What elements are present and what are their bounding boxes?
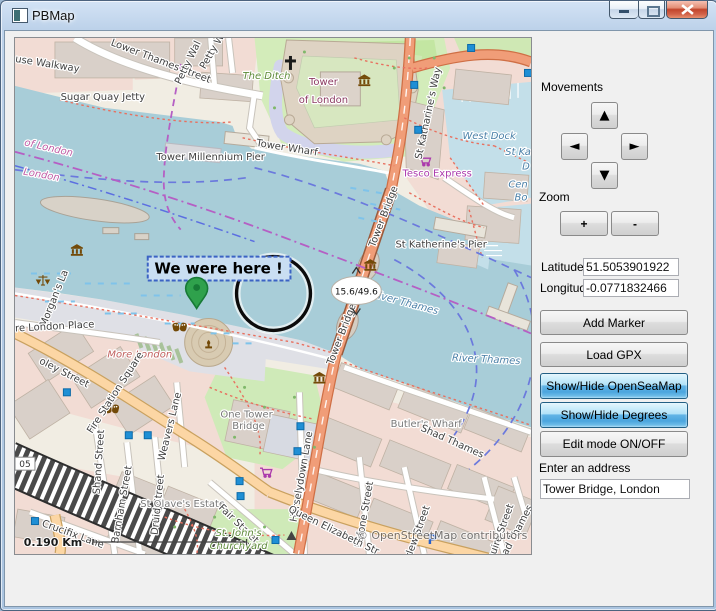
- minimize-button[interactable]: [609, 1, 638, 19]
- edit-mode-button[interactable]: Edit mode ON/OFF: [540, 431, 688, 457]
- address-input[interactable]: [540, 479, 690, 499]
- maximize-button[interactable]: [638, 1, 665, 19]
- edit-point-handle[interactable]: [125, 432, 132, 439]
- edit-point-handle[interactable]: [144, 432, 151, 439]
- svg-text:0.190 Km: 0.190 Km: [24, 536, 82, 549]
- zoom-label: Zoom: [539, 190, 570, 204]
- longitude-input[interactable]: [583, 279, 679, 297]
- movements-label: Movements: [541, 80, 603, 94]
- map-label: of London: [299, 95, 348, 106]
- edit-point-handle[interactable]: [468, 44, 475, 51]
- svg-text:We were here !: We were here !: [154, 260, 282, 278]
- map-label: St Ka: [505, 147, 531, 158]
- toggle-degrees-button[interactable]: Show/Hide Degrees: [540, 402, 688, 428]
- load-gpx-button[interactable]: Load GPX: [540, 342, 688, 367]
- edit-point-handle[interactable]: [237, 493, 244, 500]
- add-marker-button[interactable]: Add Marker: [540, 310, 688, 335]
- minimize-icon: [619, 10, 629, 13]
- up-arrow-icon: ▲: [600, 108, 610, 123]
- map-label: Tower Millennium Pier: [155, 152, 265, 163]
- map-label: One Tower: [220, 409, 273, 420]
- scales-icon: [37, 275, 50, 285]
- toggle-openseamap-button[interactable]: Show/Hide OpenSeaMap: [540, 373, 688, 399]
- map-attribution: © OpenStreetMap contributors: [357, 529, 528, 542]
- map-label: Sugar Quay Jetty: [61, 92, 146, 103]
- edit-point-handle[interactable]: [31, 518, 38, 525]
- edit-point-handle[interactable]: [297, 423, 304, 430]
- left-arrow-icon: ◄: [570, 139, 580, 154]
- edit-point-handle[interactable]: [294, 448, 301, 455]
- maximize-icon: [647, 6, 660, 17]
- zoom-out-button[interactable]: -: [611, 211, 659, 236]
- map-marker-label[interactable]: We were here !: [148, 257, 291, 281]
- app-icon: [12, 8, 28, 23]
- map-label: The Ditch: [243, 71, 291, 82]
- map-label: Cen: [508, 180, 527, 191]
- map-label: St. John's: [215, 528, 261, 539]
- map-label: Tower: [308, 77, 339, 88]
- map-label: St Olave's Estate: [140, 499, 225, 510]
- pan-left-button[interactable]: ◄: [561, 133, 588, 160]
- edit-point-handle[interactable]: [415, 126, 422, 133]
- address-label: Enter an address: [539, 461, 630, 475]
- map-road-shield: 05: [15, 457, 35, 470]
- map-label: Bo: [515, 193, 528, 204]
- map-label: St Katherine's Pier: [395, 240, 487, 251]
- map-label: Tesco Express: [401, 169, 471, 180]
- latitude-input[interactable]: [583, 258, 679, 276]
- map-label: Bridge: [232, 421, 265, 432]
- map-label: D: [522, 162, 530, 173]
- down-arrow-icon: ▼: [600, 168, 610, 183]
- zoom-in-button[interactable]: +: [560, 211, 608, 236]
- edit-point-handle[interactable]: [236, 478, 243, 485]
- latitude-label: Latitude: [541, 260, 584, 274]
- edit-point-handle[interactable]: [63, 389, 70, 396]
- map-label: West Dock: [462, 131, 517, 142]
- pan-down-button[interactable]: ▼: [591, 162, 618, 189]
- pan-up-button[interactable]: ▲: [591, 102, 618, 129]
- svg-text:15.6/49.6: 15.6/49.6: [335, 288, 378, 298]
- edit-point-handle[interactable]: [411, 81, 418, 88]
- right-arrow-icon: ►: [630, 139, 640, 154]
- map-canvas[interactable]: 05: [14, 37, 532, 555]
- window-title: PBMap: [32, 8, 75, 23]
- edit-point-handle[interactable]: [272, 537, 279, 544]
- close-icon: [681, 4, 694, 15]
- edit-point-handle[interactable]: [525, 69, 531, 76]
- close-button[interactable]: [666, 1, 708, 19]
- pan-right-button[interactable]: ►: [621, 133, 648, 160]
- app-window: PBMap: [0, 0, 716, 611]
- svg-text:05: 05: [19, 460, 30, 470]
- title-bar[interactable]: PBMap: [1, 1, 716, 31]
- map-svg: 05: [15, 38, 531, 554]
